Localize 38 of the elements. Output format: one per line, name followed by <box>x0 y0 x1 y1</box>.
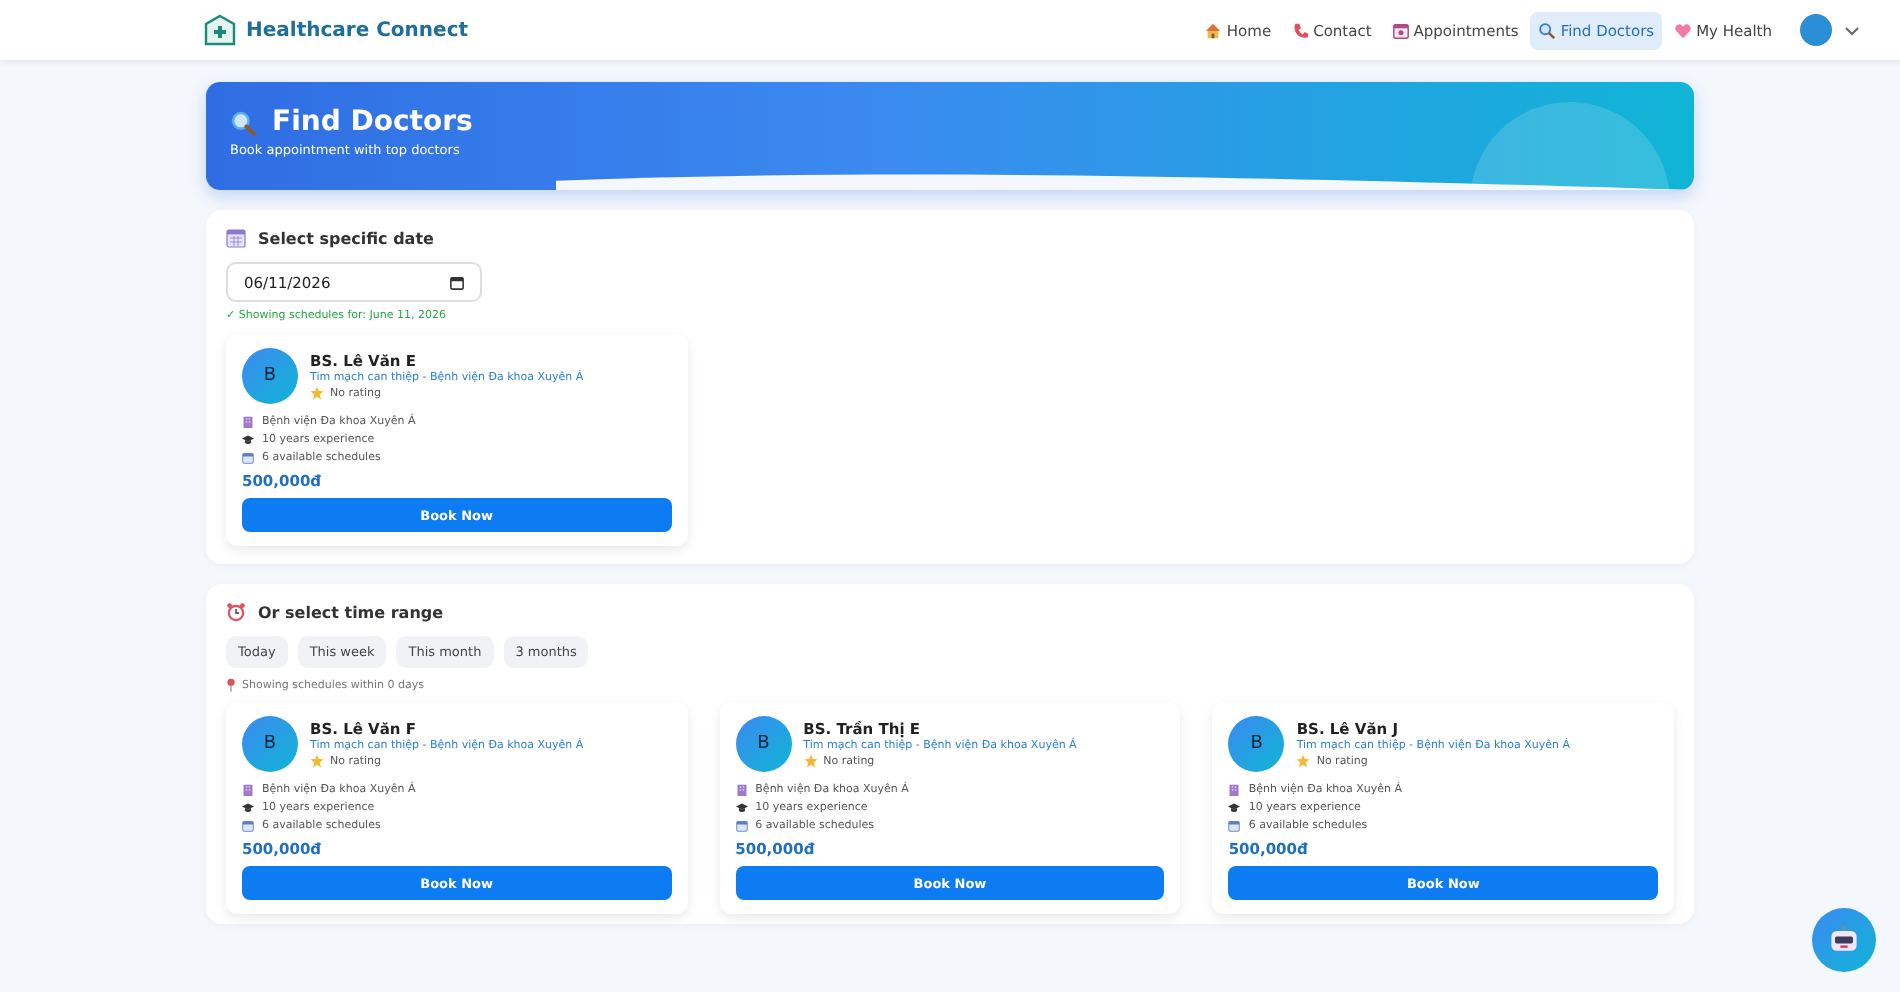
doctor-avatar: B <box>735 716 792 772</box>
search-icon <box>1538 21 1557 39</box>
alarm-clock-icon <box>226 602 246 622</box>
phone-icon <box>1291 21 1310 39</box>
brand-name: Healthcare Connect <box>246 19 469 41</box>
star-icon <box>310 754 324 768</box>
calendar-icon <box>242 452 254 464</box>
star-icon <box>1296 754 1311 768</box>
pin-icon <box>226 678 236 692</box>
doctor-avatar: B <box>242 348 298 404</box>
star-icon <box>803 754 818 768</box>
caret-icon[interactable] <box>1844 25 1860 35</box>
graduation-cap-icon <box>242 802 254 814</box>
building-icon <box>735 784 748 796</box>
doctor-avatar: B <box>242 716 298 772</box>
graduation-cap-icon <box>735 802 748 814</box>
calendar-icon <box>1228 820 1241 832</box>
calendar-icon <box>735 820 748 832</box>
graduation-cap-icon <box>1228 802 1241 814</box>
user-avatar[interactable] <box>1800 14 1832 46</box>
building-icon <box>242 416 254 428</box>
calendar-icon <box>242 820 254 832</box>
house-icon <box>1204 21 1223 39</box>
page-title: Find Doctors <box>272 106 473 138</box>
star-icon <box>310 386 324 400</box>
building-icon <box>242 784 254 796</box>
building-icon <box>1228 784 1241 796</box>
calendar-icon <box>1391 21 1410 39</box>
doctor-avatar: B <box>1228 716 1285 772</box>
section-title: Select specific date <box>258 229 434 247</box>
calendar-icon <box>226 228 246 248</box>
magnifier-icon <box>230 109 256 135</box>
graduation-cap-icon <box>242 434 254 446</box>
calendar-icon[interactable] <box>450 275 464 289</box>
chatbot-button[interactable] <box>1812 908 1876 972</box>
section-title: Or select time range <box>258 603 444 621</box>
heart-icon <box>1674 21 1693 39</box>
hospital-icon <box>204 14 236 46</box>
